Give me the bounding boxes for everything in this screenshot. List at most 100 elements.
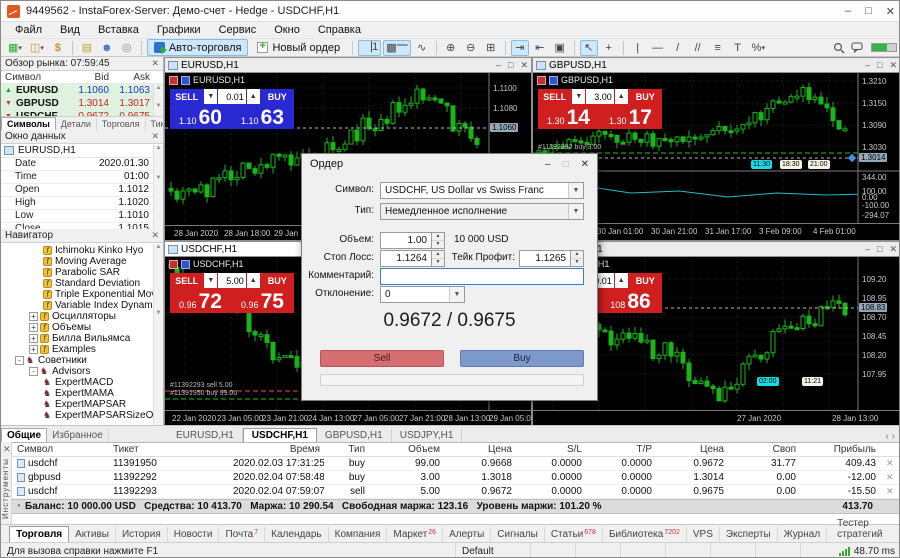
volume-input[interactable]: 1.00: [380, 232, 432, 249]
market-row-EURUSD[interactable]: ▲EURUSD1.10601.1063: [1, 84, 163, 97]
buy-price[interactable]: 0.9675: [232, 289, 293, 313]
market-watch-header[interactable]: Обзор рынка: 07:59:45 ✕: [1, 57, 163, 71]
chart-maximize-button[interactable]: □: [508, 60, 513, 71]
dialog-minimize-button[interactable]: –: [545, 159, 551, 170]
chart-minimize-button[interactable]: –: [865, 60, 870, 71]
chart-window-titlebar[interactable]: GBPUSD,H1–□✕: [533, 58, 900, 73]
close-icon[interactable]: ✕: [151, 230, 159, 241]
dialog-maximize-button[interactable]: □: [563, 159, 569, 170]
one-click-collapse-icon[interactable]: [537, 76, 546, 85]
column-header-2[interactable]: Время: [229, 444, 324, 455]
navigator-item-8[interactable]: +fБилла Вильямса: [1, 333, 163, 344]
column-header-4[interactable]: Объем: [369, 444, 444, 455]
line-chart-button[interactable]: ∿: [413, 40, 431, 56]
text-tool[interactable]: T: [729, 40, 747, 56]
navigator-item-0[interactable]: fIchimoku Kinko Hyo: [1, 245, 163, 256]
collapse-icon[interactable]: -: [29, 367, 38, 376]
column-header-bid[interactable]: Bid: [71, 72, 112, 83]
menu-item-3[interactable]: Графики: [149, 23, 209, 37]
expand-icon[interactable]: +: [29, 334, 38, 343]
auto-scroll-button[interactable]: ⇥: [511, 40, 529, 56]
toolbox-tab-7[interactable]: Маркет26: [387, 527, 443, 542]
close-position-icon[interactable]: ✕: [880, 458, 894, 469]
crosshair-tool-button[interactable]: +: [600, 40, 618, 56]
take-profit-input[interactable]: 1.1265: [519, 250, 571, 267]
new-order-button[interactable]: Новый ордер: [250, 39, 347, 56]
expand-icon[interactable]: +: [29, 312, 38, 321]
menu-item-6[interactable]: Справка: [310, 23, 369, 37]
channel-tool[interactable]: //: [689, 40, 707, 56]
column-header-symbol[interactable]: Символ: [1, 72, 71, 83]
buy-price[interactable]: 1.3017: [600, 105, 661, 129]
one-click-collapse-icon[interactable]: [169, 76, 178, 85]
toolbox-tab-5[interactable]: Календарь: [265, 527, 328, 542]
one-click-sell-button[interactable]: SELL: [170, 89, 203, 104]
candle-chart-button[interactable]: ▩⎻: [383, 40, 410, 56]
volume-decrease-button[interactable]: ▼: [204, 89, 217, 104]
order-dialog-titlebar[interactable]: Ордер – □ ✕: [302, 154, 597, 174]
column-header-9[interactable]: Своп: [728, 444, 800, 455]
column-header-ask[interactable]: Ask: [112, 72, 153, 83]
navigator-item-4[interactable]: fTriple Exponential Movin: [1, 289, 163, 300]
search-icon[interactable]: [830, 40, 848, 56]
navigator-header[interactable]: Навигатор ✕: [1, 229, 163, 243]
navigator-item-9[interactable]: +fExamples: [1, 344, 163, 355]
market-row-GBPUSD[interactable]: ▼GBPUSD1.30141.3017: [1, 97, 163, 110]
toolbox-tab-9[interactable]: Сигналы: [491, 527, 545, 542]
chart-tab-usdchf[interactable]: USDCHF,H1: [243, 428, 317, 442]
toolbox-tab-1[interactable]: Активы: [69, 527, 116, 542]
window-close-button[interactable]: ✕: [886, 5, 895, 18]
volume-increase-button[interactable]: ▲: [615, 89, 628, 104]
one-click-buy-button[interactable]: BUY: [629, 273, 662, 288]
close-icon[interactable]: ✕: [3, 444, 11, 455]
indicators-button[interactable]: ▣: [551, 40, 569, 56]
navigator-tab-0[interactable]: Общие: [1, 428, 47, 442]
one-click-buy-button[interactable]: BUY: [261, 273, 294, 288]
sell-price[interactable]: 1.1060: [170, 105, 231, 129]
buy-price[interactable]: 10886: [600, 289, 661, 313]
market-watch-tab-2[interactable]: Торговля: [97, 118, 146, 130]
type-select[interactable]: Немедленное исполнение ▼: [380, 203, 584, 220]
profiles-button[interactable]: ◫▾: [27, 40, 47, 56]
symbol-select[interactable]: USDCHF, US Dollar vs Swiss Franc ▼: [380, 182, 584, 199]
arrows-tool[interactable]: %▾: [749, 40, 768, 56]
one-click-sell-button[interactable]: SELL: [538, 89, 571, 104]
column-header-0[interactable]: Символ: [13, 444, 109, 455]
chart-window-titlebar[interactable]: EURUSD,H1–□✕: [165, 58, 531, 73]
toolbox-tab-8[interactable]: Алерты: [443, 527, 491, 542]
deviation-select[interactable]: 0 ▼: [380, 286, 465, 303]
volume-input[interactable]: 0.01: [218, 89, 246, 104]
zoom-out-button[interactable]: ⊖: [462, 40, 480, 56]
column-header-3[interactable]: Тип: [324, 444, 369, 455]
rebate-button[interactable]: $: [49, 40, 67, 56]
trendline-tool[interactable]: /: [669, 40, 687, 56]
navigator-item-13[interactable]: ♞ExpertMAMA: [1, 388, 163, 399]
navigator-item-1[interactable]: fMoving Average: [1, 256, 163, 267]
connection-status[interactable]: 48.70 ms: [801, 543, 900, 558]
window-minimize-button[interactable]: –: [845, 5, 851, 18]
volume-decrease-button[interactable]: ▼: [572, 89, 585, 104]
expand-icon[interactable]: +: [29, 323, 38, 332]
symbol-info-icon[interactable]: [181, 260, 190, 269]
position-row-11392292[interactable]: gbpusd113922922020.02.04 07:58:48buy3.00…: [1, 471, 900, 485]
menu-item-5[interactable]: Окно: [266, 23, 308, 37]
chart-close-button[interactable]: ✕: [889, 60, 897, 71]
navigator-scrollbar[interactable]: ▲▼: [153, 244, 163, 425]
position-row-11392293[interactable]: usdchf113922932020.02.04 07:59:07sell5.0…: [1, 485, 900, 499]
close-icon[interactable]: ✕: [151, 131, 159, 142]
symbol-info-icon[interactable]: [549, 76, 558, 85]
chart-close-button[interactable]: ✕: [889, 244, 897, 255]
one-click-buy-button[interactable]: BUY: [261, 89, 294, 104]
tile-windows-button[interactable]: ⊞: [482, 40, 500, 56]
market-watch-tab-1[interactable]: Детали: [56, 118, 97, 130]
chart-maximize-button[interactable]: □: [877, 244, 882, 255]
toolbox-tab-14[interactable]: Журнал: [778, 527, 828, 542]
column-header-7[interactable]: T/P: [586, 444, 656, 455]
menu-item-1[interactable]: Вид: [52, 23, 88, 37]
chart-shift-button[interactable]: ⇤: [531, 40, 549, 56]
window-maximize-button[interactable]: □: [865, 5, 872, 18]
dialog-close-button[interactable]: ✕: [581, 159, 589, 170]
symbol-info-icon[interactable]: [181, 76, 190, 85]
close-icon[interactable]: ✕: [151, 58, 159, 69]
horizontal-line-tool[interactable]: —: [649, 40, 667, 56]
